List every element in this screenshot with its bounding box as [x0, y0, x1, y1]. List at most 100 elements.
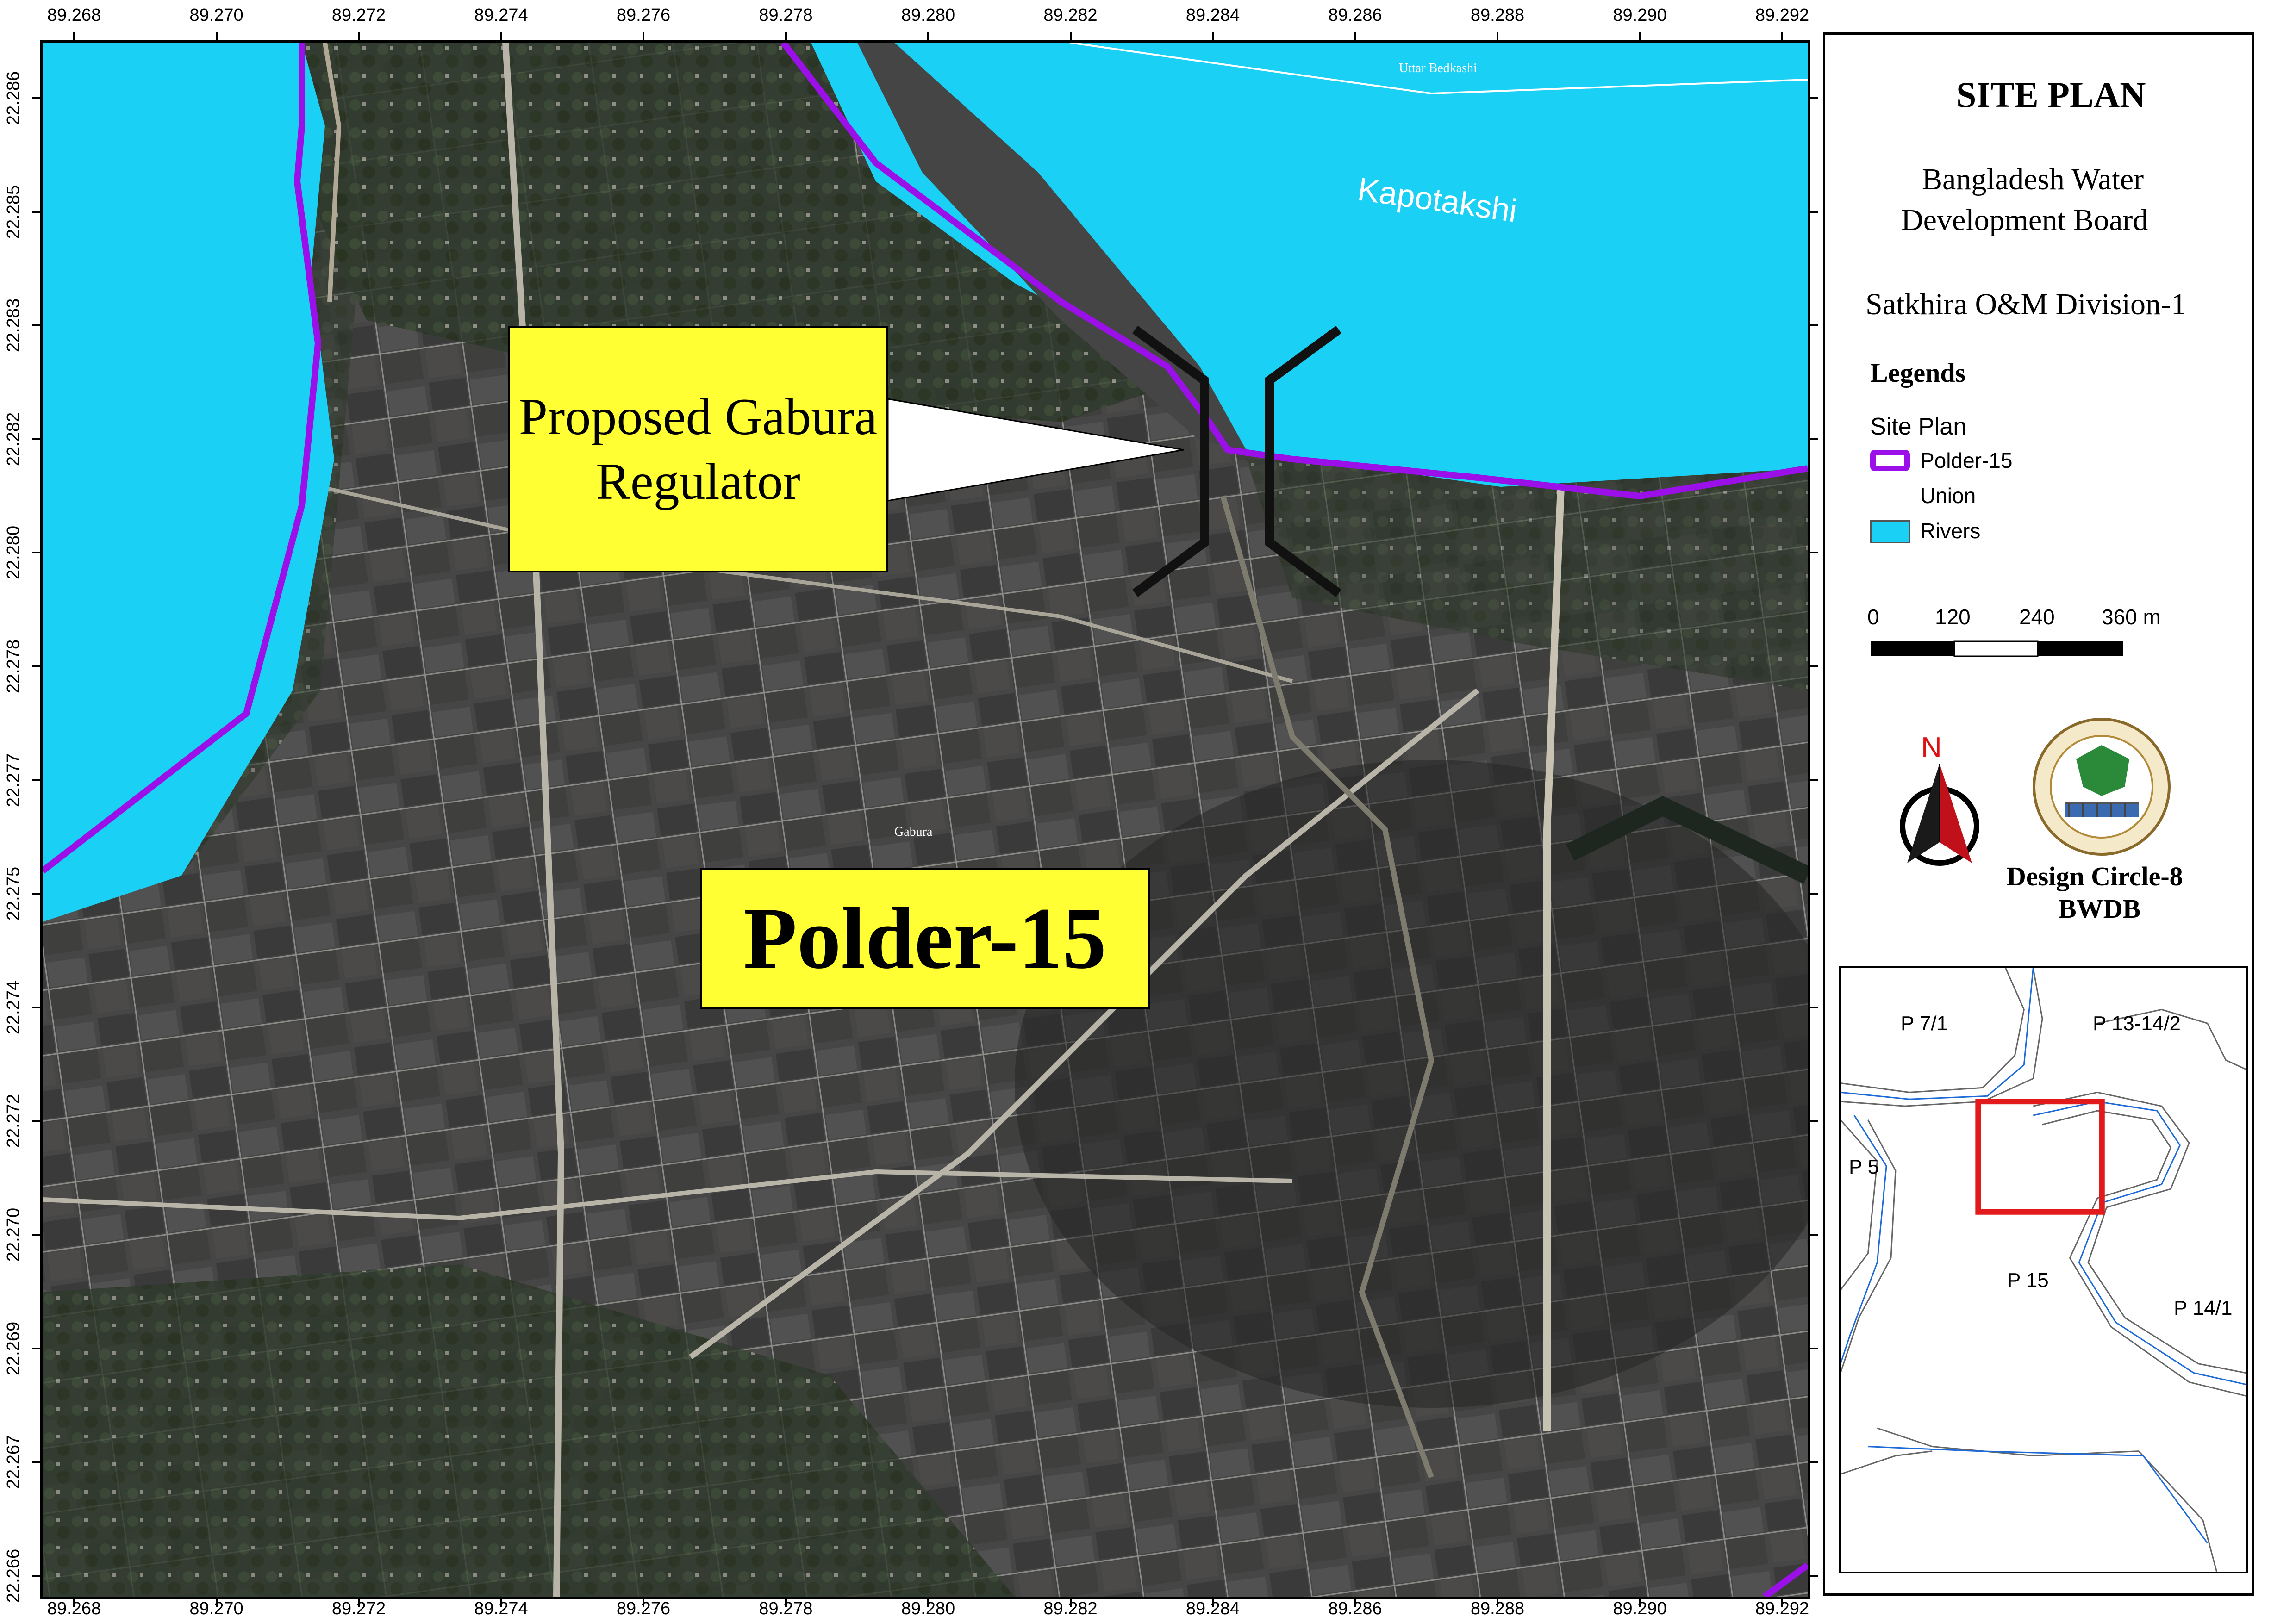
- inset-label-p13-14-2: P 13-14/2: [2093, 1012, 2181, 1035]
- y-tick-mark: [32, 1347, 43, 1349]
- x-tick-mark: [927, 1597, 929, 1607]
- x-tick-label-top: 89.278: [759, 6, 813, 25]
- org-line2: Development Board: [1901, 203, 2148, 237]
- x-tick-mark: [1212, 1597, 1214, 1607]
- x-tick-mark: [1639, 32, 1641, 43]
- org-line1: Bangladesh Water: [1922, 162, 2144, 196]
- scale-label-360: 360 m: [2102, 605, 2161, 629]
- y-tick-label: 22.278: [4, 639, 23, 694]
- y-tick-label: 22.282: [4, 412, 23, 466]
- bwdb-logo-icon: [2033, 718, 2171, 856]
- y-tick-mark: [32, 1461, 43, 1463]
- x-tick-label-top: 89.292: [1755, 6, 1809, 25]
- x-tick-label-top: 89.272: [331, 6, 386, 25]
- x-tick-label-top: 89.284: [1185, 6, 1240, 25]
- x-tick-mark: [73, 1597, 75, 1607]
- callout-line2: Regulator: [596, 453, 800, 510]
- y-tick-mark: [1808, 1347, 1818, 1349]
- y-tick-mark: [1808, 1461, 1818, 1463]
- x-tick-label-top: 89.268: [47, 6, 101, 25]
- y-tick-mark: [32, 893, 43, 895]
- x-tick-mark: [1354, 1597, 1356, 1607]
- designer-line2: BWDB: [2059, 894, 2141, 924]
- x-tick-label-top: 89.280: [901, 6, 955, 25]
- x-tick-label-top: 89.270: [189, 6, 243, 25]
- legend-rivers-swatch: [1870, 520, 1910, 543]
- gabura-place-label: Gabura: [894, 825, 933, 839]
- y-tick-mark: [1808, 552, 1818, 554]
- y-tick-mark: [1808, 1574, 1818, 1577]
- y-tick-mark: [32, 97, 43, 99]
- x-tick-mark: [1781, 32, 1783, 43]
- x-tick-label-top: 89.276: [616, 6, 671, 25]
- x-tick-mark: [927, 32, 929, 43]
- x-tick-mark: [643, 1597, 644, 1607]
- y-tick-mark: [32, 552, 43, 554]
- x-tick-mark: [643, 32, 644, 43]
- north-arrow-icon: [1900, 764, 1979, 866]
- y-tick-mark: [1808, 97, 1818, 99]
- x-tick-mark: [1069, 1597, 1072, 1607]
- y-tick-mark: [32, 665, 43, 667]
- y-tick-mark: [1808, 893, 1818, 895]
- y-tick-mark: [32, 211, 43, 213]
- inset-label-p5: P 5: [1849, 1156, 1879, 1178]
- y-tick-label: 22.283: [4, 298, 23, 353]
- y-tick-mark: [1808, 211, 1818, 213]
- division-label: Satkhira O&M Division-1: [1866, 287, 2186, 321]
- y-tick-mark: [32, 1006, 43, 1008]
- x-tick-mark: [73, 32, 75, 43]
- legends-title: Legends: [1870, 358, 1966, 388]
- y-tick-mark: [1808, 779, 1818, 781]
- y-tick-mark: [1808, 1234, 1818, 1236]
- x-tick-mark: [1639, 1597, 1641, 1607]
- x-tick-mark: [1497, 32, 1498, 43]
- x-tick-mark: [785, 32, 787, 43]
- y-tick-label: 22.280: [4, 526, 23, 580]
- y-tick-mark: [1808, 324, 1818, 327]
- x-tick-label-top: 89.282: [1043, 6, 1098, 25]
- scale-label-0: 0: [1867, 605, 1879, 629]
- x-tick-mark: [1069, 32, 1072, 43]
- inset-label-p7-1: P 7/1: [1901, 1012, 1948, 1035]
- y-tick-mark: [32, 1574, 43, 1577]
- y-tick-label: 22.267: [4, 1435, 23, 1489]
- scale-label-240: 240: [2019, 605, 2055, 629]
- legend-rivers-label: Rivers: [1920, 519, 1981, 543]
- legend-union-label: Union: [1920, 484, 1976, 508]
- y-tick-mark: [32, 324, 43, 327]
- inset-label-p15: P 15: [2007, 1269, 2049, 1292]
- map-frame[interactable]: Uttar Bedkashi Kapotakshi Gabura Propose…: [40, 40, 1810, 1599]
- polder-15-label-box: Polder-15: [700, 868, 1150, 1009]
- designer-line1: Design Circle-8: [2007, 861, 2183, 891]
- proposed-regulator-callout: Proposed Gabura Regulator: [508, 326, 888, 572]
- x-tick-mark: [358, 32, 360, 43]
- y-tick-label: 22.274: [4, 980, 23, 1034]
- y-tick-mark: [32, 779, 43, 781]
- x-tick-label-top: 89.288: [1470, 6, 1525, 25]
- legend-group-label: Site Plan: [1870, 413, 1967, 440]
- y-tick-mark: [1808, 1120, 1818, 1122]
- legend-polder-label: Polder-15: [1920, 448, 2013, 473]
- scale-bar: [1871, 640, 2123, 657]
- uttar-bedkashi-label: Uttar Bedkashi: [1399, 61, 1477, 75]
- x-tick-mark: [358, 1597, 360, 1607]
- x-tick-mark: [1497, 1597, 1498, 1607]
- x-tick-mark: [785, 1597, 787, 1607]
- y-tick-label: 22.286: [4, 71, 23, 125]
- y-tick-label: 22.269: [4, 1321, 23, 1375]
- location-inset-map[interactable]: P 7/1 P 13-14/2 P 5 P 15 P 14/1: [1839, 966, 2248, 1573]
- y-tick-mark: [32, 1120, 43, 1122]
- x-tick-label-top: 89.274: [474, 6, 528, 25]
- x-tick-mark: [1212, 32, 1214, 43]
- y-tick-mark: [1808, 665, 1818, 667]
- inset-highlight-box: [1975, 1099, 2105, 1215]
- x-tick-mark: [1781, 1597, 1783, 1607]
- x-tick-label-top: 89.286: [1328, 6, 1382, 25]
- x-tick-label-top: 89.290: [1613, 6, 1667, 25]
- x-tick-mark: [1354, 32, 1356, 43]
- y-tick-mark: [1808, 438, 1818, 440]
- legend-polder-swatch: [1870, 450, 1910, 471]
- satellite-map: [43, 43, 1808, 1597]
- y-tick-label: 22.277: [4, 753, 23, 807]
